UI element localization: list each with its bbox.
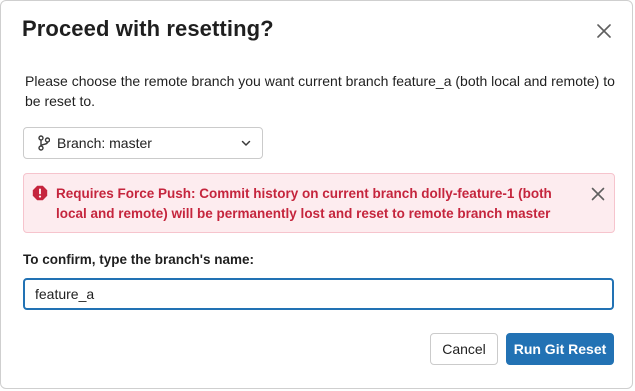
run-git-reset-button[interactable]: Run Git Reset	[506, 333, 614, 365]
branch-name-input[interactable]	[23, 278, 614, 310]
branch-select-label: Branch: master	[57, 135, 152, 151]
close-icon	[597, 24, 611, 38]
dialog-title: Proceed with resetting?	[22, 16, 274, 41]
close-button[interactable]	[594, 21, 614, 41]
chevron-down-icon	[240, 137, 252, 149]
force-push-alert: Requires Force Push: Commit history on c…	[23, 173, 615, 233]
close-icon[interactable]	[590, 186, 606, 202]
reset-dialog: Proceed with resetting? Please choose th…	[0, 0, 633, 389]
confirm-label: To confirm, type the branch's name:	[23, 252, 254, 267]
cancel-button[interactable]: Cancel	[430, 333, 498, 365]
branch-select[interactable]: Branch: master	[23, 127, 263, 159]
git-branch-icon	[38, 135, 52, 151]
error-icon	[32, 185, 48, 201]
dialog-description: Please choose the remote branch you want…	[25, 73, 615, 109]
alert-message: Requires Force Push: Commit history on c…	[56, 186, 552, 221]
